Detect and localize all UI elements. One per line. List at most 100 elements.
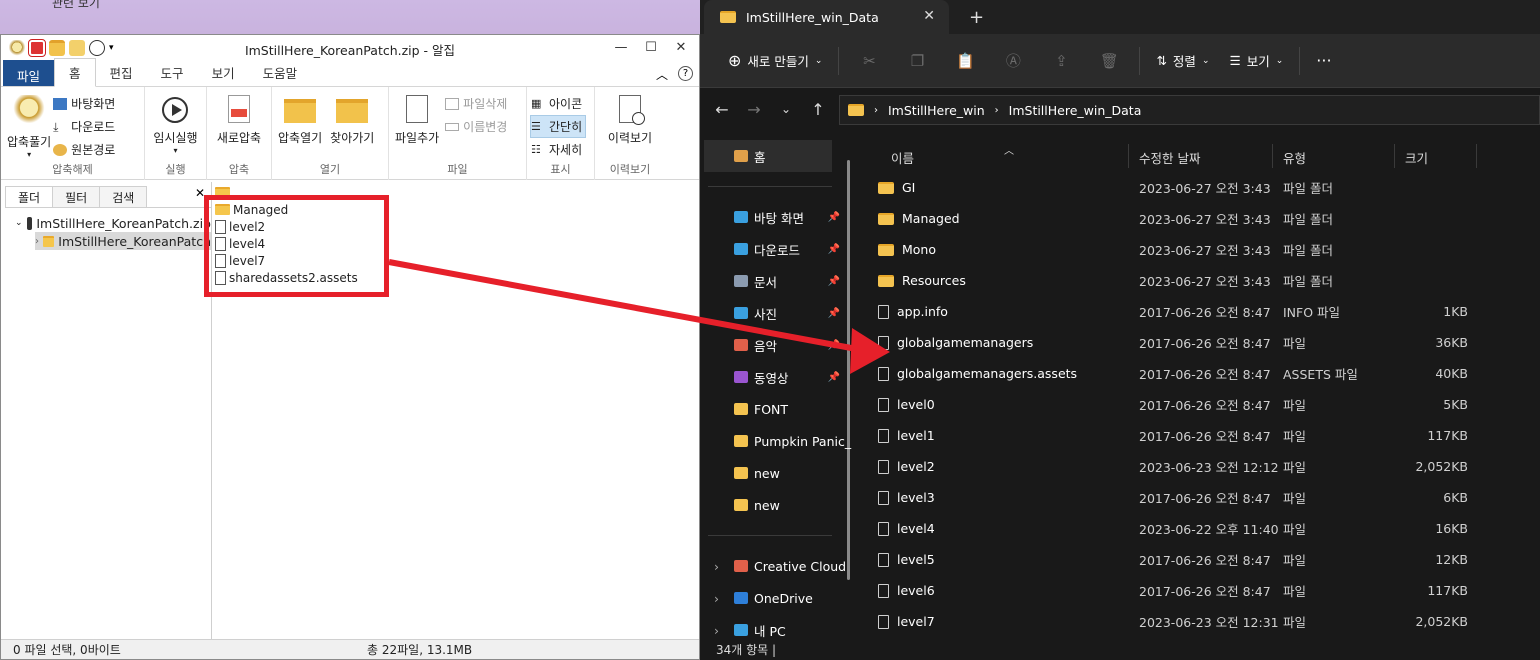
file-row[interactable]: globalgamemanagers 2017-06-26 오전 8:47 파일 36…: [860, 327, 1540, 358]
chevron-down-icon[interactable]: ⌄: [15, 218, 23, 228]
back-icon[interactable]: ←: [706, 100, 738, 119]
file-name: level6: [897, 583, 935, 598]
collapse-ribbon-icon[interactable]: ︿: [656, 66, 668, 83]
chevron-right-icon[interactable]: ›: [714, 591, 719, 606]
new-tab-button[interactable]: +: [969, 7, 984, 28]
nav-item-label: 사진: [754, 306, 778, 322]
file-row[interactable]: globalgamemanagers.assets 2017-06-26 오전 8…: [860, 358, 1540, 389]
close-button[interactable]: ✕: [669, 38, 693, 56]
file-size: 40KB: [1435, 366, 1468, 381]
file-row[interactable]: level2 2023-06-23 오전 12:12 파일 2,052KB: [860, 451, 1540, 482]
column-size[interactable]: 크기: [1405, 148, 1428, 167]
view-simple-button[interactable]: ☰ 간단히: [529, 115, 587, 138]
column-name[interactable]: 이름: [891, 148, 914, 167]
extract-desktop-button[interactable]: 바탕화면: [53, 93, 115, 114]
maximize-button[interactable]: ☐: [639, 38, 663, 56]
extract-original-path-button[interactable]: 원본경로: [53, 139, 115, 160]
tab-home[interactable]: 홈: [54, 58, 96, 87]
breadcrumb-item[interactable]: ImStillHere_win_Data: [1009, 103, 1142, 118]
nav-item[interactable]: 다운로드 📌: [700, 233, 860, 265]
more-button[interactable]: ···: [1306, 46, 1341, 76]
nav-item[interactable]: › Creative Cloud: [700, 550, 860, 582]
list-icon: ☰: [531, 119, 541, 133]
file-row[interactable]: Resources 2023-06-27 오전 3:43 파일 폴더: [860, 265, 1540, 296]
nav-item[interactable]: 사진 📌: [700, 297, 860, 329]
folder-icon: [878, 243, 894, 256]
plus-circle-icon: ⊕: [728, 51, 742, 70]
play-icon[interactable]: [89, 40, 105, 56]
nav-item-icon: [734, 435, 748, 447]
chevron-right-icon[interactable]: ›: [714, 623, 719, 638]
nav-item[interactable]: FONT: [700, 393, 860, 425]
copy-icon[interactable]: ❐: [893, 52, 941, 70]
extract-icon[interactable]: [69, 40, 85, 56]
zip-icon[interactable]: [28, 39, 46, 57]
nav-item[interactable]: 동영상 📌: [700, 361, 860, 393]
file-icon: [878, 490, 889, 505]
nav-item[interactable]: new: [700, 457, 860, 489]
close-tab-icon[interactable]: ✕: [923, 8, 935, 24]
tab-filter[interactable]: 필터: [52, 186, 101, 207]
file-row[interactable]: level1 2017-06-26 오전 8:47 파일 117KB: [860, 420, 1540, 451]
up-icon[interactable]: ↑: [802, 100, 834, 119]
rename-button[interactable]: 이름변경: [445, 116, 507, 137]
nav-item[interactable]: new: [700, 489, 860, 521]
nav-item[interactable]: › OneDrive: [700, 582, 860, 614]
file-row[interactable]: level6 2017-06-26 오전 8:47 파일 117KB: [860, 575, 1540, 606]
file-name: app.info: [897, 304, 948, 319]
chevron-right-icon[interactable]: ›: [35, 236, 39, 247]
delete-icon[interactable]: 🗑: [1085, 52, 1133, 70]
help-icon[interactable]: ?: [678, 66, 693, 81]
tab-folders[interactable]: 폴더: [5, 186, 54, 207]
cut-icon[interactable]: ✂: [845, 52, 893, 70]
view-icons-button[interactable]: ▦ 아이콘: [531, 93, 585, 114]
recent-icon[interactable]: ⌄: [770, 102, 802, 116]
column-type[interactable]: 유형: [1283, 148, 1306, 167]
file-row[interactable]: level4 2023-06-22 오후 11:40 파일 16KB: [860, 513, 1540, 544]
tab-help[interactable]: 도움말: [249, 59, 312, 86]
paste-icon[interactable]: 📋: [941, 52, 989, 70]
open-folder-icon[interactable]: [49, 40, 65, 56]
breadcrumb-item[interactable]: ImStillHere_win: [888, 103, 985, 118]
extract-downloads-button[interactable]: ⤓ 다운로드: [53, 116, 115, 137]
tree-child[interactable]: › ImStillHere_KoreanPatch: [35, 232, 211, 250]
sort-button[interactable]: ⇅ 정렬 ⌄: [1146, 46, 1219, 76]
tab-file[interactable]: 파일: [3, 60, 55, 86]
file-date: 2017-06-26 오전 8:47: [1139, 336, 1271, 351]
file-row[interactable]: level5 2017-06-26 오전 8:47 파일 12KB: [860, 544, 1540, 575]
view-detail-button[interactable]: ☷ 자세히: [531, 139, 585, 160]
file-row[interactable]: Managed 2023-06-27 오전 3:43 파일 폴더: [860, 203, 1540, 234]
view-button[interactable]: ☰ 보기 ⌄: [1219, 46, 1293, 76]
tab-view[interactable]: 보기: [198, 59, 249, 86]
share-icon[interactable]: ⇪: [1037, 52, 1085, 70]
explorer-tab[interactable]: ImStillHere_win_Data ✕: [704, 0, 949, 34]
chevron-right-icon[interactable]: ›: [714, 559, 719, 574]
tab-search[interactable]: 검색: [99, 186, 148, 207]
file-row[interactable]: level0 2017-06-26 오전 8:47 파일 5KB: [860, 389, 1540, 420]
tab-tools[interactable]: 도구: [147, 59, 198, 86]
group-label-extract: 압축해제: [52, 163, 93, 176]
address-bar[interactable]: › ImStillHere_win › ImStillHere_win_Data: [839, 95, 1540, 125]
qat-dropdown-icon[interactable]: ▾: [109, 43, 114, 53]
column-date[interactable]: 수정한 날짜: [1139, 148, 1200, 167]
file-row[interactable]: GI 2023-06-27 오전 3:43 파일 폴더: [860, 172, 1540, 203]
new-button[interactable]: ⊕ 새로 만들기 ⌄: [718, 46, 832, 76]
nav-item[interactable]: 문서 📌: [700, 265, 860, 297]
delete-file-button[interactable]: 파일삭제: [445, 93, 507, 114]
nav-item[interactable]: 음악 📌: [700, 329, 860, 361]
file-date: 2023-06-27 오전 3:43: [1139, 243, 1271, 258]
home-icon: [734, 150, 748, 162]
nav-item[interactable]: 홈: [704, 140, 832, 172]
forward-icon[interactable]: →: [738, 100, 770, 119]
file-row[interactable]: level3 2017-06-26 오전 8:47 파일 6KB: [860, 482, 1540, 513]
nav-item[interactable]: Pumpkin Panic_: [700, 425, 860, 457]
file-row[interactable]: level7 2023-06-23 오전 12:31 파일 2,052KB: [860, 606, 1540, 637]
tab-edit[interactable]: 편집: [96, 59, 147, 86]
pin-icon: 📌: [827, 275, 840, 287]
nav-item[interactable]: 바탕 화면 📌: [700, 201, 860, 233]
file-row[interactable]: app.info 2017-06-26 오전 8:47 INFO 파일 1KB: [860, 296, 1540, 327]
rename-icon[interactable]: Ⓐ: [989, 50, 1037, 71]
file-row[interactable]: Mono 2023-06-27 오전 3:43 파일 폴더: [860, 234, 1540, 265]
minimize-button[interactable]: —: [609, 38, 633, 56]
tree-root[interactable]: ⌄ ImStillHere_KoreanPatch.zip: [15, 214, 211, 232]
